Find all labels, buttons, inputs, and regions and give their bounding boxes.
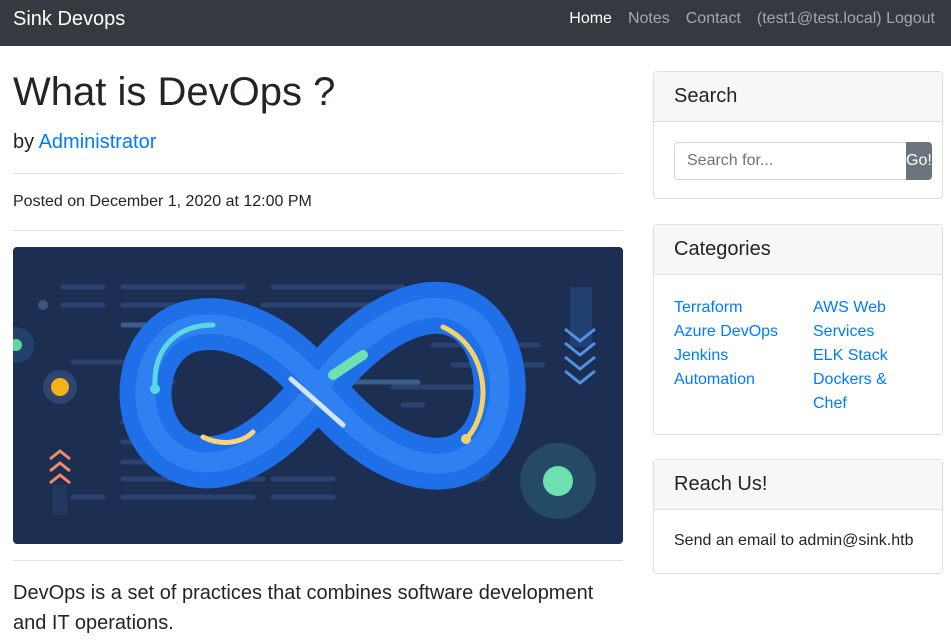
- nav-notes-link[interactable]: Notes: [628, 10, 670, 28]
- categories-card: Categories Terraform Azure DevOps Jenkin…: [653, 224, 943, 435]
- categories-left-column: Terraform Azure DevOps Jenkins Automatio…: [674, 296, 813, 416]
- posted-date: Posted on December 1, 2020 at 12:00 PM: [13, 193, 312, 210]
- brand-link[interactable]: Sink Devops: [13, 8, 125, 31]
- post-title: What is DevOps ?: [13, 70, 336, 114]
- category-link[interactable]: Jenkins: [674, 344, 813, 368]
- category-link[interactable]: Terraform: [674, 296, 813, 320]
- post-lead: DevOps is a set of practices that combin…: [13, 582, 594, 634]
- nav-home-link[interactable]: Home: [569, 10, 612, 28]
- nav-links: Home Notes Contact (test1@test.local) Lo…: [553, 10, 935, 28]
- reach-card: Reach Us! Send an email to admin@sink.ht…: [653, 459, 943, 574]
- category-link[interactable]: AWS Web Services: [813, 296, 913, 344]
- hero-image: [13, 247, 623, 544]
- categories-right-column: AWS Web Services ELK Stack Dockers & Che…: [813, 296, 913, 416]
- categories-card-title: Categories: [654, 225, 942, 275]
- search-group: Go!: [674, 142, 932, 180]
- category-link[interactable]: Dockers & Chef: [813, 368, 913, 416]
- reach-card-title: Reach Us!: [654, 460, 942, 510]
- category-link[interactable]: Azure DevOps: [674, 320, 813, 344]
- category-link[interactable]: ELK Stack: [813, 344, 913, 368]
- divider: [13, 230, 623, 231]
- author-link[interactable]: Administrator: [39, 131, 157, 153]
- top-navbar: Sink Devops Home Notes Contact (test1@te…: [0, 0, 951, 46]
- search-card: Search Go!: [653, 71, 943, 199]
- categories-list: Terraform Azure DevOps Jenkins Automatio…: [674, 296, 922, 416]
- divider: [13, 173, 623, 174]
- search-input[interactable]: [674, 142, 906, 180]
- search-card-title: Search: [654, 72, 942, 122]
- nav-logout-link[interactable]: (test1@test.local) Logout: [757, 10, 935, 28]
- devops-infinity-illustration: [13, 247, 623, 544]
- category-link[interactable]: Automation: [674, 368, 813, 392]
- reach-text: Send an email to admin@sink.htb: [674, 532, 914, 549]
- byline-prefix: by: [13, 131, 35, 153]
- divider: [13, 560, 623, 561]
- byline: by Administrator: [13, 131, 156, 154]
- nav-contact-link[interactable]: Contact: [686, 10, 741, 28]
- search-go-button[interactable]: Go!: [906, 142, 932, 180]
